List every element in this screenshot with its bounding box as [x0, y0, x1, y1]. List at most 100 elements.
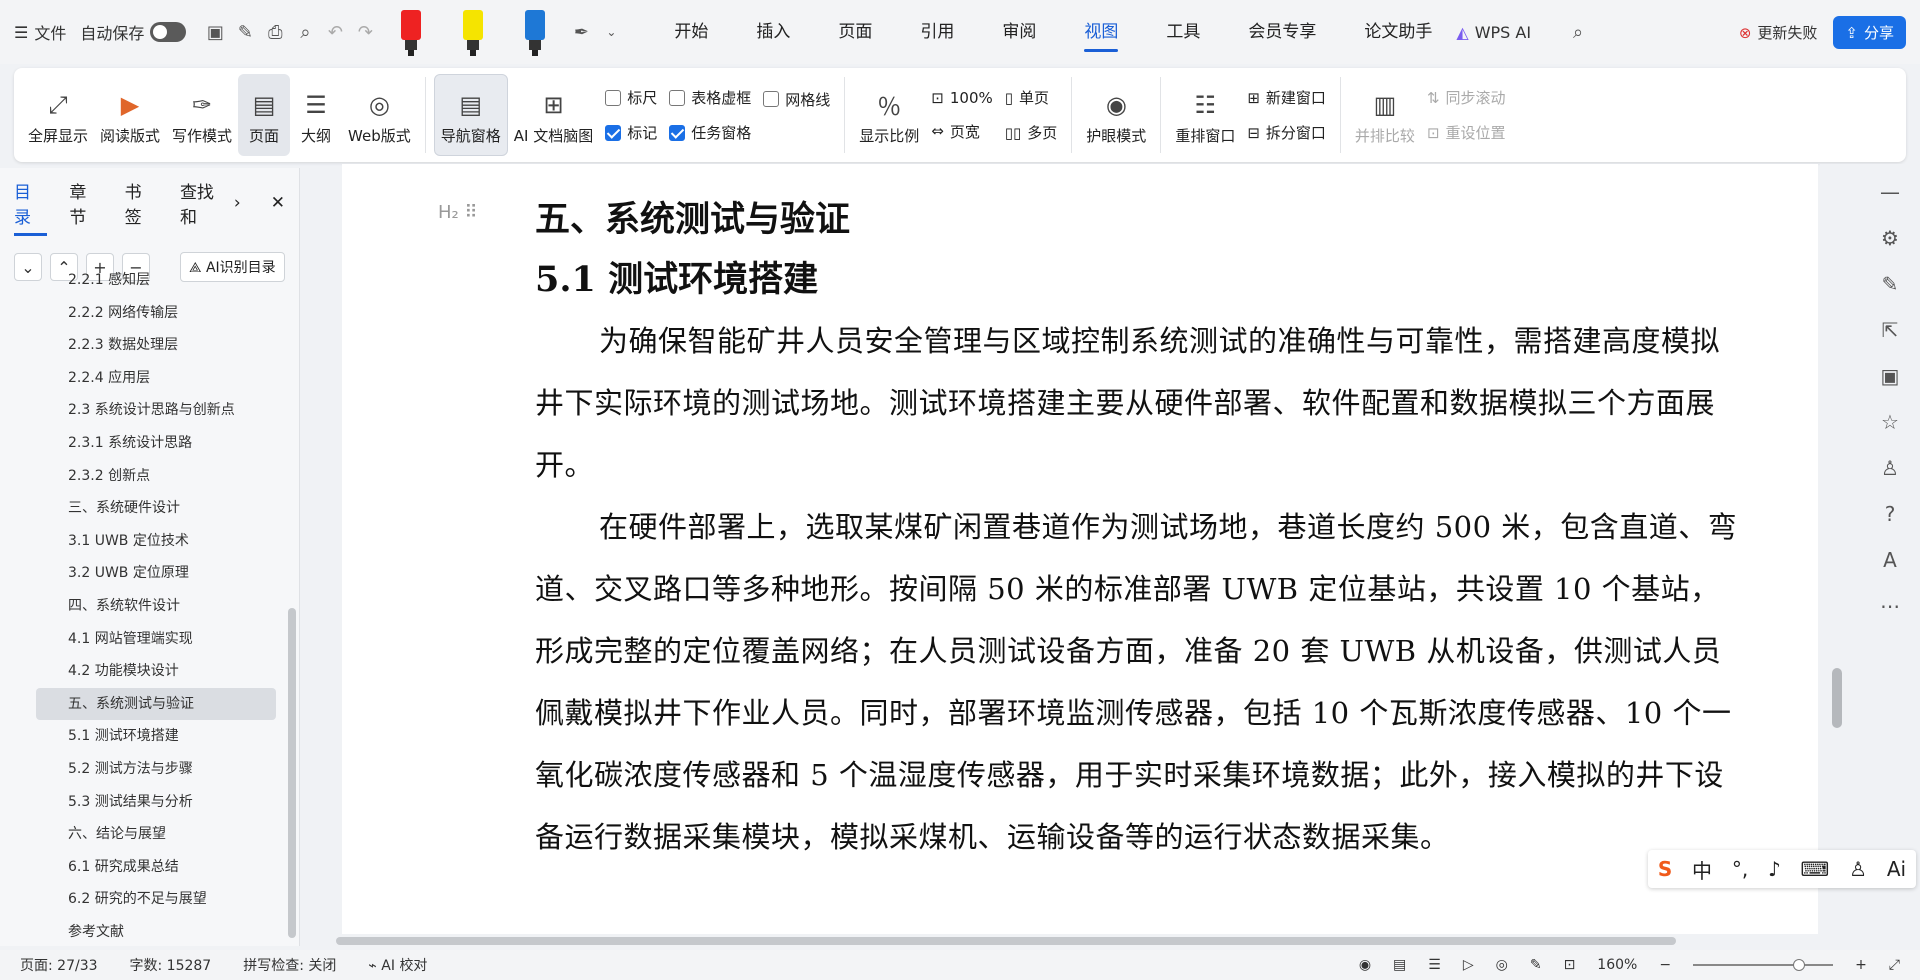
taskpane-checkbox[interactable]: 任务窗格: [669, 122, 751, 143]
close-icon[interactable]: ✕: [271, 193, 285, 213]
toc-item[interactable]: 4.1 网站管理端实现: [0, 623, 290, 656]
toc-item[interactable]: 2.3.2 创新点: [0, 460, 290, 493]
multi-page-button[interactable]: ▯▯ 多页: [1005, 122, 1058, 143]
toc-item[interactable]: 三、系统硬件设计: [0, 492, 290, 525]
spell-check[interactable]: 拼写检查: 关闭: [243, 955, 336, 975]
punct-icon[interactable]: °,: [1732, 857, 1748, 881]
fullscreen-icon[interactable]: ⤢: [1889, 957, 1900, 973]
menu-insert[interactable]: 插入: [732, 0, 814, 64]
menu-member[interactable]: 会员专享: [1224, 0, 1340, 64]
print-icon[interactable]: ⎙: [260, 17, 290, 47]
fit-icon[interactable]: ⊡: [1564, 957, 1576, 973]
toc-item[interactable]: 3.1 UWB 定位技术: [0, 525, 290, 558]
toc-item[interactable]: 2.3 系统设计思路与创新点: [0, 394, 290, 427]
menu-view[interactable]: 视图: [1060, 0, 1142, 64]
tab-bookmark[interactable]: 书签: [125, 178, 158, 228]
update-fail-button[interactable]: ⊗ 更新失败: [1739, 22, 1818, 43]
toc-item[interactable]: 四、系统软件设计: [0, 590, 290, 623]
toc-item[interactable]: 5.3 测试结果与分析: [0, 786, 290, 819]
toc-item[interactable]: 5.1 测试环境搭建: [0, 720, 290, 753]
undo-icon[interactable]: ↶: [320, 17, 350, 47]
toc-item[interactable]: 参考文献: [0, 916, 290, 946]
redo-icon[interactable]: ↷: [350, 17, 380, 47]
toc-item-selected[interactable]: 五、系统测试与验证: [36, 687, 276, 721]
toc-item[interactable]: 2.2.2 网络传输层: [0, 297, 290, 330]
chevron-right-icon[interactable]: ›: [234, 193, 241, 213]
help-icon[interactable]: ?: [1885, 502, 1896, 526]
document-scrollbar[interactable]: [1820, 164, 1860, 934]
single-page-button[interactable]: ▯ 单页: [1005, 87, 1058, 108]
toc-item[interactable]: 6.1 研究成果总结: [0, 851, 290, 884]
toc-item[interactable]: 6.2 研究的不足与展望: [0, 883, 290, 916]
edit-icon[interactable]: ✎: [1882, 272, 1899, 296]
checkbox[interactable]: [763, 91, 780, 107]
sync-scroll-button[interactable]: ⇅ 同步滚动: [1427, 87, 1506, 108]
toc-item[interactable]: 2.2.4 应用层: [0, 362, 290, 395]
star-icon[interactable]: ☆: [1881, 410, 1899, 434]
menu-tools[interactable]: 工具: [1142, 0, 1224, 64]
more-icon[interactable]: ⋯: [1880, 594, 1900, 618]
tab-toc[interactable]: 目录: [14, 178, 48, 236]
print-preview-icon[interactable]: ⌕: [290, 17, 320, 47]
eye-icon[interactable]: ◉: [1359, 957, 1371, 973]
menu-page[interactable]: 页面: [814, 0, 896, 64]
horizontal-scrollbar[interactable]: [316, 934, 1820, 948]
file-menu[interactable]: ☰ 文件: [14, 20, 66, 44]
ime-ai[interactable]: Ai: [1887, 857, 1906, 881]
word-count[interactable]: 字数: 15287: [130, 955, 212, 975]
toc-item[interactable]: 2.2.3 数据处理层: [0, 329, 290, 362]
sogou-icon[interactable]: S: [1658, 857, 1672, 881]
share-button[interactable]: ⇪ 分享: [1833, 16, 1906, 49]
heading-level-icon[interactable]: H₂ ⠿: [438, 202, 478, 223]
save-icon[interactable]: ▣: [200, 17, 230, 47]
shirt-icon[interactable]: ♙: [1881, 456, 1899, 480]
toc-item[interactable]: 2.2.1 感知层: [0, 264, 290, 297]
sidebar-scrollbar[interactable]: [288, 608, 296, 938]
zoom-out-icon[interactable]: −: [1659, 957, 1671, 973]
select-icon[interactable]: ⇱: [1882, 318, 1899, 342]
red-pen-icon[interactable]: [386, 6, 436, 58]
zoom-ratio-button[interactable]: ％显示比例: [853, 74, 925, 156]
document-content[interactable]: 五、系统测试与验证 5.1 测试环境搭建 为确保智能矿井人员安全管理与区域控制系…: [535, 190, 1745, 868]
ai-check[interactable]: ⌁ AI 校对: [368, 955, 427, 975]
page-count[interactable]: 页面: 27/33: [20, 955, 98, 975]
checkbox[interactable]: [669, 89, 686, 106]
new-window-button[interactable]: ⊞ 新建窗口: [1247, 87, 1326, 108]
autosave-toggle[interactable]: 自动保存: [80, 20, 187, 44]
tab-chapter[interactable]: 章节: [69, 178, 102, 228]
reset-position-button[interactable]: ⊡ 重设位置: [1427, 122, 1506, 143]
mic-icon[interactable]: ♪: [1768, 857, 1781, 881]
chevron-down-icon[interactable]: ⌄: [596, 17, 626, 47]
wps-ai-button[interactable]: ◭ WPS AI: [1456, 23, 1531, 42]
checkbox[interactable]: [605, 89, 622, 106]
collapse-icon[interactable]: —: [1880, 180, 1900, 204]
nav-pane-button[interactable]: ▤ 导航窗格: [433, 74, 508, 156]
blue-pen-icon[interactable]: [510, 6, 560, 58]
menu-reference[interactable]: 引用: [896, 0, 978, 64]
eye-care-button[interactable]: ◉ 护眼模式: [1080, 74, 1152, 156]
page-width-button[interactable]: ⇔ 页宽: [931, 121, 992, 142]
ai-mindmap-button[interactable]: ⊞ AI 文档脑图: [508, 74, 599, 156]
translate-icon[interactable]: A: [1883, 548, 1897, 572]
menu-review[interactable]: 审阅: [978, 0, 1060, 64]
play-icon[interactable]: ▷: [1463, 957, 1474, 973]
ime-lang[interactable]: 中: [1692, 855, 1712, 884]
toc-item[interactable]: 2.3.1 系统设计思路: [0, 427, 290, 460]
split-window-button[interactable]: ⊟ 拆分窗口: [1247, 122, 1326, 143]
skin-icon[interactable]: ♙: [1849, 857, 1867, 881]
zoom-100-button[interactable]: ⊡ 100%: [931, 89, 992, 107]
globe-icon[interactable]: ◎: [1496, 957, 1508, 973]
gridline-checkbox[interactable]: 网格线: [763, 89, 830, 110]
menu-thesis[interactable]: 论文助手: [1340, 0, 1456, 64]
toc-item[interactable]: 3.2 UWB 定位原理: [0, 557, 290, 590]
toc-item[interactable]: 4.2 功能模块设计: [0, 655, 290, 688]
ruler-checkbox[interactable]: 标尺: [605, 87, 657, 108]
rearrange-window-button[interactable]: ☷ 重排窗口: [1169, 74, 1241, 156]
yellow-highlighter-icon[interactable]: [448, 6, 498, 58]
web-layout-button[interactable]: ◎ Web版式: [342, 74, 417, 156]
adjust-icon[interactable]: ⚙: [1881, 226, 1899, 250]
checkbox[interactable]: [669, 124, 686, 141]
side-by-side-button[interactable]: ▥ 并排比较: [1349, 74, 1421, 156]
write-mode-button[interactable]: ✑ 写作模式: [166, 74, 238, 156]
tab-find[interactable]: 查找和: [180, 178, 230, 228]
